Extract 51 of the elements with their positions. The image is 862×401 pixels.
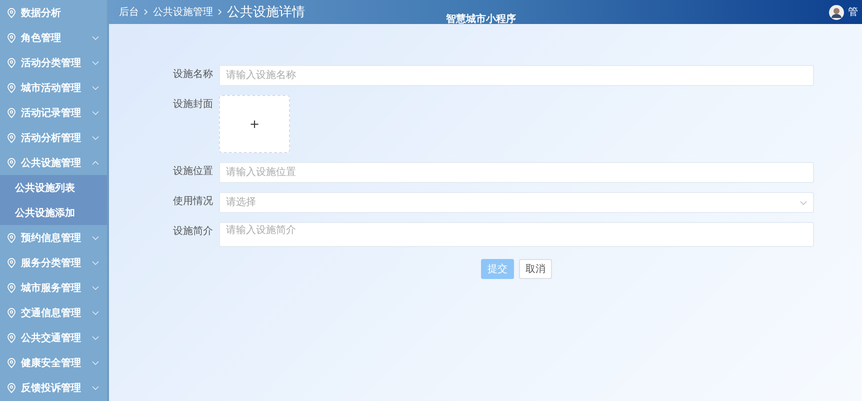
location-pin-icon — [7, 232, 16, 242]
sidebar-subitem[interactable]: 公共设施列表 — [0, 175, 107, 200]
sidebar-item[interactable]: 交通信息管理 — [0, 300, 107, 325]
location-pin-icon — [7, 32, 16, 42]
location-pin-icon — [7, 82, 16, 92]
breadcrumb-link[interactable]: 后台 — [119, 5, 139, 19]
location-pin-icon — [7, 332, 16, 342]
sidebar-item[interactable]: 公共交通管理 — [0, 325, 107, 350]
sidebar-item[interactable]: 活动分析管理 — [0, 125, 107, 150]
sidebar-item[interactable]: 活动分类管理 — [0, 50, 107, 75]
sidebar-item[interactable]: 服务分类管理 — [0, 250, 107, 275]
chevron-right-icon — [144, 9, 148, 15]
app-title: 智慧城市小程序 — [446, 12, 516, 26]
submit-button[interactable]: 提交 — [481, 259, 514, 279]
select-field[interactable]: 请选择 — [219, 192, 814, 213]
field-label: 设施位置 — [173, 164, 214, 179]
sidebar-item[interactable]: 预约信息管理 — [0, 225, 107, 250]
sidebar-item[interactable]: 数据分析 — [0, 0, 107, 25]
field-label: 设施简介 — [173, 224, 214, 239]
input-field[interactable]: 请输入设施位置 — [219, 162, 814, 183]
page-title: 公共设施详情 — [227, 4, 305, 21]
sidebar-item[interactable]: 公共设施管理 — [0, 150, 107, 175]
avatar-icon[interactable] — [829, 4, 844, 20]
location-pin-icon — [7, 108, 16, 118]
location-pin-icon — [7, 8, 16, 18]
breadcrumb-link[interactable]: 公共设施管理 — [153, 5, 213, 19]
sidebar-item[interactable]: 城市活动管理 — [0, 75, 107, 100]
chevron-down-icon — [800, 200, 807, 204]
upload-box[interactable]: + — [219, 95, 290, 153]
cancel-button[interactable]: 取消 — [519, 259, 552, 279]
sidebar-item[interactable]: 反馈投诉管理 — [0, 375, 107, 400]
sidebar-subitem[interactable]: 公共设施添加 — [0, 200, 107, 225]
sidebar-item[interactable]: 城市服务管理 — [0, 275, 107, 300]
input-field[interactable]: 请输入设施名称 — [219, 65, 814, 86]
location-pin-icon — [7, 382, 16, 392]
location-pin-icon — [7, 132, 16, 142]
field-label: 设施名称 — [173, 68, 214, 82]
location-pin-icon — [7, 282, 16, 292]
user-name[interactable]: 管 — [848, 5, 858, 19]
sidebar-item[interactable]: 活动记录管理 — [0, 100, 107, 125]
location-pin-icon — [7, 58, 16, 68]
textarea-field[interactable]: 请输入设施简介 — [219, 222, 814, 247]
sidebar-item[interactable]: 角色管理 — [0, 25, 107, 50]
location-pin-icon — [7, 158, 16, 168]
chevron-right-icon — [218, 9, 222, 15]
sidebar-item[interactable]: 健康安全管理 — [0, 350, 107, 375]
location-pin-icon — [7, 358, 16, 368]
field-label: 使用情况 — [173, 194, 214, 209]
location-pin-icon — [7, 308, 16, 318]
location-pin-icon — [7, 258, 16, 268]
field-label: 设施封面 — [173, 98, 214, 112]
